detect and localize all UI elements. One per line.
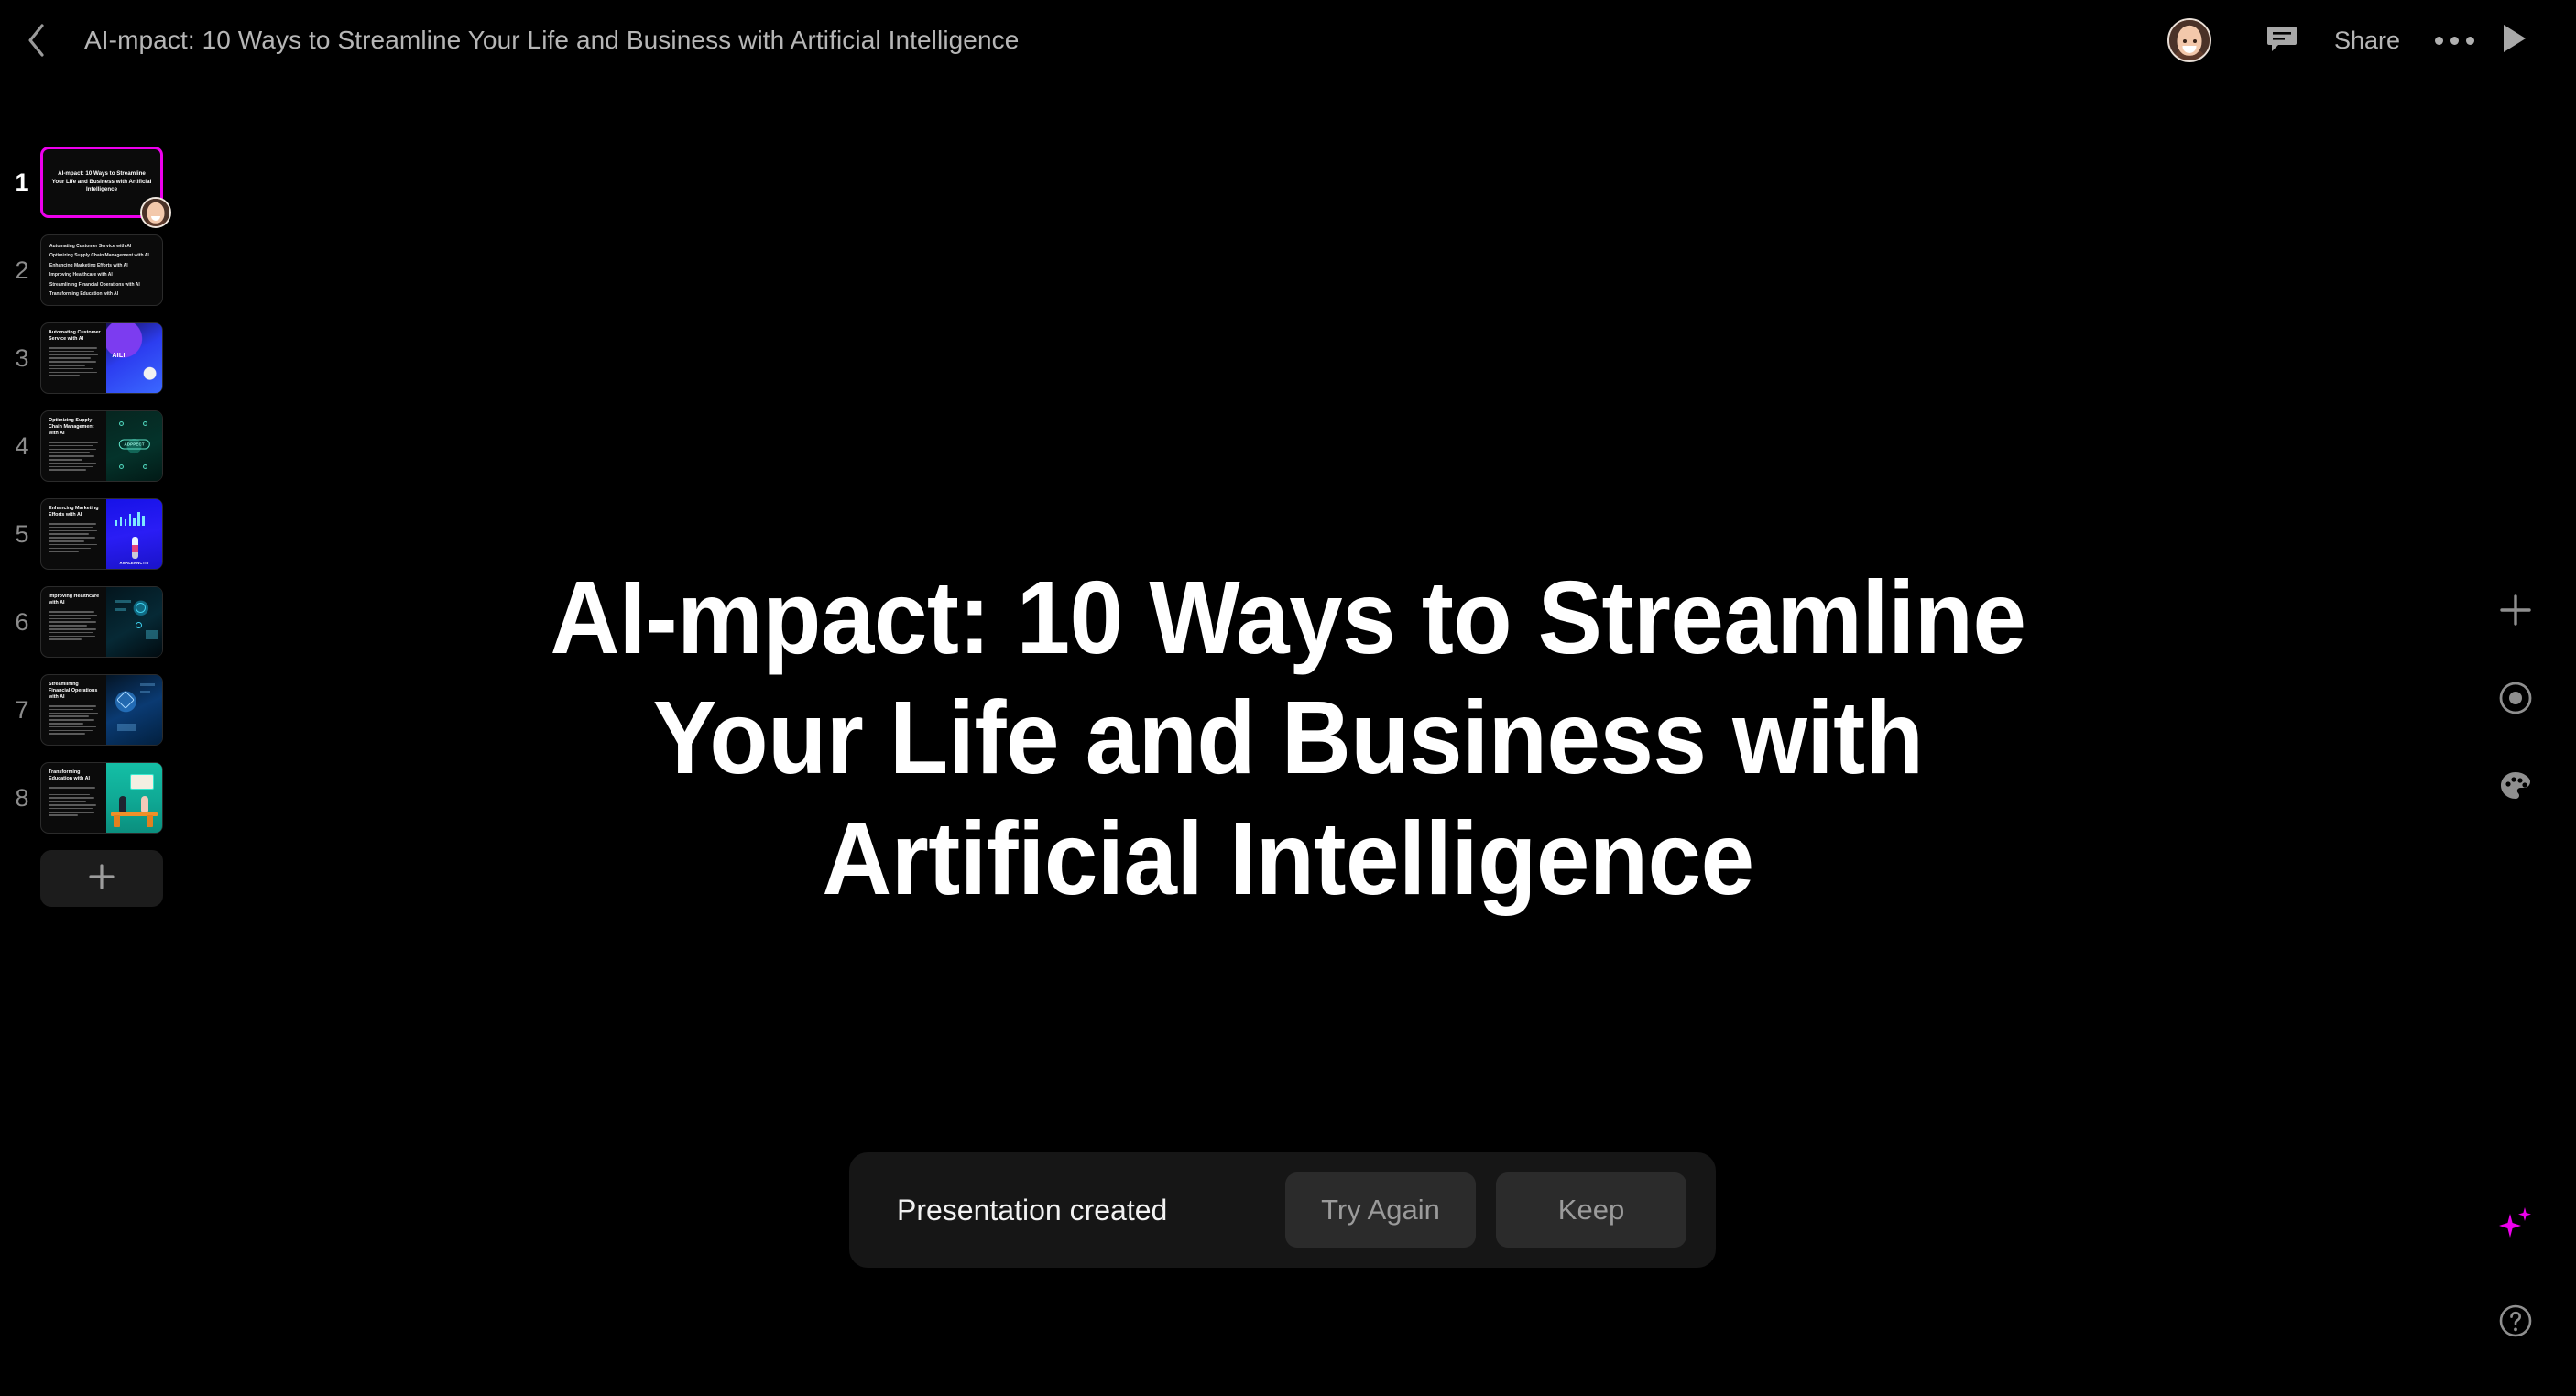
list-item[interactable]: 2 Automating Customer Service with AI Op… [0, 234, 202, 306]
add-slide-button[interactable] [40, 850, 163, 907]
comments-button[interactable] [2252, 10, 2312, 71]
page-title: AI-mpact: 10 Ways to Streamline Your Lif… [84, 26, 1020, 54]
agenda-item: Enhancing Marketing Efforts with AI [49, 262, 128, 268]
ai-assistant-button[interactable] [2455, 1182, 2576, 1270]
list-item[interactable]: 1 AI-mpact: 10 Ways to Streamline Your L… [0, 147, 202, 228]
try-again-button[interactable]: Try Again [1285, 1172, 1476, 1248]
slide-number: 3 [15, 344, 29, 372]
play-icon [2501, 23, 2528, 59]
agenda-item: Streamlining Financial Operations with A… [49, 281, 140, 288]
list-item[interactable]: 5 Enhancing Marketing Efforts with AI AN… [0, 498, 202, 570]
slide-number: 6 [15, 607, 29, 636]
status-text: Presentation created [897, 1193, 1168, 1227]
thumb-art-label: AILI [112, 352, 126, 359]
theme-palette-button[interactable] [2455, 744, 2576, 832]
thumb-body-lines [49, 611, 101, 640]
slide-number: 4 [15, 431, 29, 460]
thumb-image: ANALENNCTIV [106, 499, 162, 569]
comment-icon [2265, 22, 2298, 60]
chevron-left-icon [25, 22, 49, 59]
palette-icon [2497, 768, 2534, 809]
sparkles-icon [2494, 1203, 2537, 1249]
thumb-image [106, 763, 162, 833]
thumb-title: Improving Healthcare with AI [49, 594, 100, 606]
agenda-item: Improving Healthcare with AI [49, 272, 113, 278]
top-bar-actions: Share [2167, 0, 2576, 81]
slide-thumbnail-7[interactable]: Streamlining Financial Operations with A… [40, 674, 163, 746]
keep-button[interactable]: Keep [1496, 1172, 1686, 1248]
thumbnail-avatar [140, 197, 171, 228]
help-button[interactable] [2455, 1279, 2576, 1367]
record-button[interactable] [2455, 656, 2576, 744]
slide-rail[interactable]: 1 AI-mpact: 10 Ways to Streamline Your L… [0, 147, 202, 1396]
thumb-body-lines [49, 347, 101, 376]
slide-thumbnail-5[interactable]: Enhancing Marketing Efforts with AI ANAL… [40, 498, 163, 570]
more-options-button[interactable] [2424, 10, 2484, 71]
list-item[interactable]: 6 Improving Healthcare with AI [0, 586, 202, 658]
thumb-body-lines [49, 442, 101, 471]
slide-thumbnail-2[interactable]: Automating Customer Service with AI Opti… [40, 234, 163, 306]
thumb-art-label: ANALENNCTIV [119, 561, 149, 566]
agenda-item: Optimizing Supply Chain Management with … [49, 253, 149, 259]
thumb-title: Automating Customer Service with AI [49, 330, 101, 343]
plus-icon [86, 861, 117, 897]
thumb-image [106, 675, 162, 745]
slide-thumbnail-3[interactable]: Automating Customer Service with AI AILI [40, 322, 163, 394]
agenda-item: Transforming Education with AI [49, 291, 119, 298]
top-bar: AI-mpact: 10 Ways to Streamline Your Lif… [0, 0, 2576, 81]
share-button[interactable]: Share [2334, 27, 2400, 55]
slide-number: 5 [15, 519, 29, 548]
avatar[interactable] [2167, 18, 2211, 62]
thumb-image [106, 587, 162, 657]
thumb-image: ADPPECT [106, 411, 162, 481]
play-presentation-button[interactable] [2484, 10, 2545, 71]
list-item[interactable]: 4 Optimizing Supply Chain Management wit… [0, 410, 202, 482]
slide-number: 1 [15, 168, 29, 196]
help-circle-icon [2497, 1303, 2534, 1344]
right-toolbar [2455, 568, 2576, 832]
thumb-title: Transforming Education with AI [49, 769, 91, 782]
list-item[interactable]: 8 Transforming Education with AI [0, 762, 202, 834]
slide-number: 7 [15, 695, 29, 724]
slide-number: 8 [15, 783, 29, 812]
back-button[interactable] [7, 11, 66, 70]
agenda-item: Automating Customer Service with AI [49, 243, 132, 249]
thumb-art-label: ADPPECT [118, 439, 150, 450]
slide-title-text[interactable]: AI-mpact: 10 Ways to Streamline Your Lif… [479, 558, 2098, 918]
add-element-button[interactable] [2455, 568, 2576, 656]
thumb-title: AI-mpact: 10 Ways to Streamline Your Lif… [51, 169, 152, 193]
list-item[interactable]: 7 Streamlining Financial Operations with… [0, 674, 202, 746]
record-icon [2497, 680, 2534, 721]
thumb-title: Optimizing Supply Chain Management with … [49, 418, 94, 437]
status-toast: Presentation created Try Again Keep [849, 1152, 1716, 1268]
slide-thumbnail-6[interactable]: Improving Healthcare with AI [40, 586, 163, 658]
thumb-body-lines [49, 787, 101, 816]
slide-thumbnail-8[interactable]: Transforming Education with AI [40, 762, 163, 834]
thumb-title: Streamlining Financial Operations with A… [49, 682, 98, 701]
plus-icon [2497, 592, 2534, 633]
thumb-title: Enhancing Marketing Efforts with AI [49, 506, 99, 518]
slide-thumbnail-4[interactable]: Optimizing Supply Chain Management with … [40, 410, 163, 482]
ellipsis-icon [2434, 36, 2474, 45]
slide-thumbnail-1[interactable]: AI-mpact: 10 Ways to Streamline Your Lif… [40, 147, 171, 228]
toast-actions: Try Again Keep [1285, 1172, 1686, 1248]
list-item[interactable]: 3 Automating Customer Service with AI AI… [0, 322, 202, 394]
thumb-body-lines [49, 523, 101, 552]
thumb-body-lines [49, 705, 101, 735]
slide-number: 2 [15, 256, 29, 284]
thumb-image: AILI [106, 323, 162, 393]
